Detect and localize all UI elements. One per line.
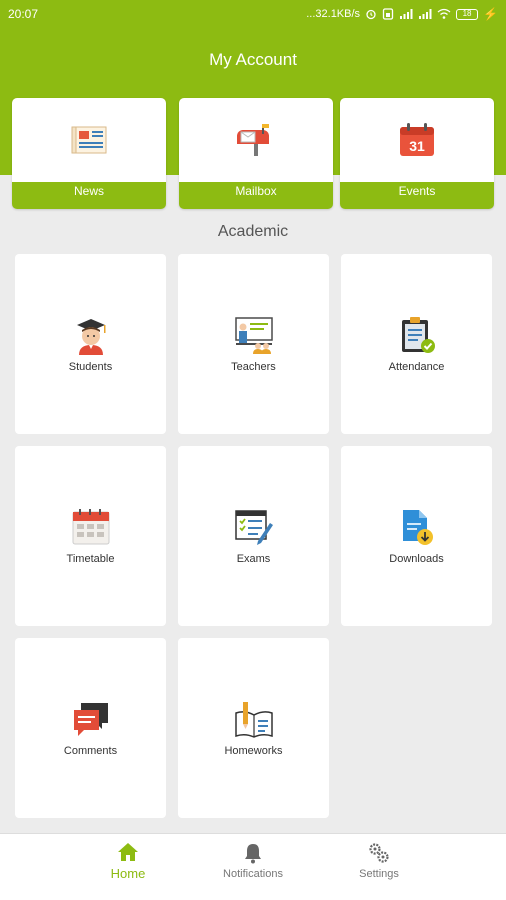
status-time: 20:07: [8, 7, 39, 21]
quick-links: News Mailbox 31 Events: [12, 98, 494, 210]
tile-attendance[interactable]: Attendance: [341, 254, 492, 434]
bell-icon: [245, 844, 261, 864]
events-label: Events: [398, 184, 436, 198]
comments-icon: [71, 699, 111, 739]
network-speed: ...32.1KB/s: [306, 8, 361, 20]
nav-notifications-label: Notifications: [223, 868, 283, 880]
mailbox-card-body: [179, 98, 333, 182]
battery-icon: 18: [456, 8, 479, 20]
tile-label: Students: [68, 361, 113, 373]
teacher-icon: [234, 315, 274, 355]
tile-timetable[interactable]: Timetable: [15, 446, 166, 626]
section-title: Academic: [217, 223, 289, 240]
status-indicators: ...32.1KB/s 18 ⚡: [306, 7, 498, 21]
tile-label: Homeworks: [224, 745, 283, 757]
tile-students[interactable]: Students: [15, 254, 166, 434]
newspaper-icon: [71, 126, 107, 154]
tile-label: Comments: [63, 745, 118, 757]
tile-label: Teachers: [231, 361, 276, 373]
clipboard-check-icon: [397, 315, 437, 355]
gears-icon: [369, 843, 389, 863]
signal-icon: [400, 9, 413, 19]
bottom-nav: Home Notifications Settings: [0, 833, 506, 900]
status-bar: 20:07 ...32.1KB/s 18 ⚡: [0, 0, 506, 28]
tile-teachers[interactable]: Teachers: [178, 254, 329, 434]
calendar-icon: 31: [400, 123, 434, 156]
exam-icon: [234, 507, 274, 547]
tile-label: Exams: [236, 553, 271, 565]
mailbox-icon: [237, 124, 269, 156]
calendar-day-number: 31: [409, 138, 425, 154]
home-icon: [118, 843, 138, 861]
timetable-icon: [71, 507, 111, 547]
tile-comments[interactable]: Comments: [15, 638, 166, 818]
nav-settings-label: Settings: [359, 868, 399, 880]
nav-home[interactable]: Home: [68, 842, 188, 881]
tile-homeworks[interactable]: Homeworks: [178, 638, 329, 818]
download-file-icon: [397, 507, 437, 547]
nav-settings[interactable]: Settings: [319, 842, 439, 880]
tile-downloads[interactable]: Downloads: [341, 446, 492, 626]
page-title: My Account: [209, 50, 297, 69]
tile-label: Downloads: [389, 553, 444, 565]
alarm-icon: [366, 9, 376, 20]
student-icon: [71, 315, 111, 355]
events-card[interactable]: 31 Events: [340, 98, 494, 209]
charging-icon: ⚡: [483, 7, 498, 21]
events-card-body: 31: [340, 98, 494, 182]
tile-exams[interactable]: Exams: [178, 446, 329, 626]
signal-icon-2: [419, 9, 432, 19]
mailbox-label: Mailbox: [235, 184, 277, 198]
sim-icon: [382, 8, 394, 20]
news-card[interactable]: News: [12, 98, 166, 209]
nav-notifications[interactable]: Notifications: [193, 842, 313, 880]
tile-label: Attendance: [388, 361, 445, 373]
tile-label: Timetable: [66, 553, 115, 565]
wifi-icon: [437, 8, 451, 19]
news-label: News: [73, 184, 104, 198]
nav-home-label: Home: [110, 866, 146, 881]
mailbox-card[interactable]: Mailbox: [179, 98, 333, 209]
homework-icon: [234, 699, 274, 739]
news-card-body: [12, 98, 166, 182]
